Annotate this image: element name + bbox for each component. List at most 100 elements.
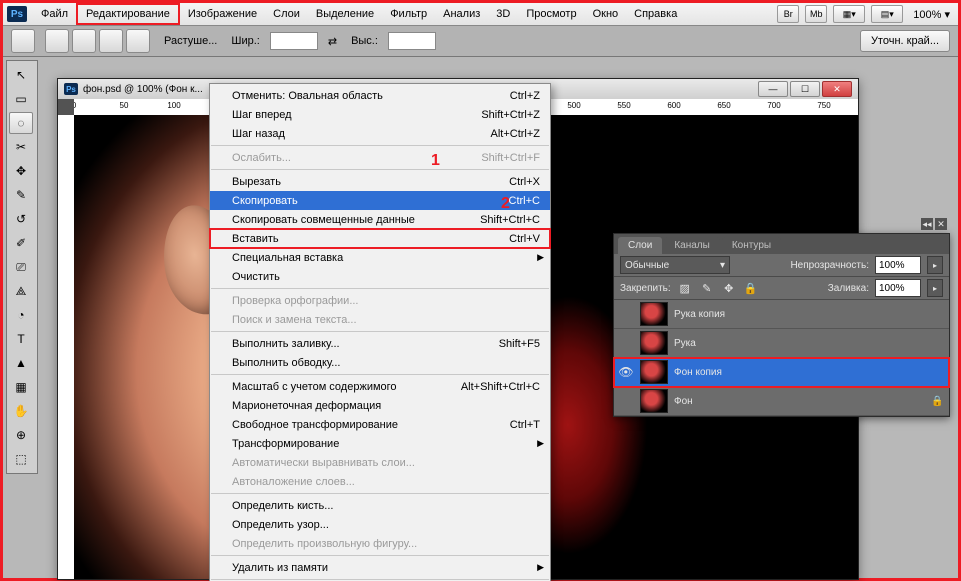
- ruler-tick: 700: [749, 101, 799, 110]
- menu-item[interactable]: Определить узор...: [210, 515, 550, 534]
- menu-item-label: Ослабить...: [232, 152, 291, 164]
- menu-файл[interactable]: Файл: [33, 5, 76, 23]
- refine-edge-button[interactable]: Уточн. край...: [860, 30, 950, 52]
- menu-3d[interactable]: 3D: [488, 5, 518, 23]
- visibility-toggle[interactable]: [618, 335, 634, 351]
- lock-pixels-icon[interactable]: ✎: [699, 280, 715, 296]
- minibridge-button[interactable]: Mb: [805, 5, 827, 23]
- layers-tab[interactable]: Каналы: [664, 237, 720, 254]
- blend-mode-select[interactable]: Обычные▾: [620, 256, 730, 274]
- tool-5[interactable]: ✎: [9, 184, 33, 206]
- menu-item[interactable]: Очистить: [210, 267, 550, 286]
- menu-item[interactable]: ВставитьCtrl+V: [210, 229, 550, 248]
- layers-tab[interactable]: Слои: [618, 237, 662, 254]
- menu-просмотр[interactable]: Просмотр: [518, 5, 584, 23]
- opacity-arrow[interactable]: ▸: [927, 256, 943, 274]
- tool-14[interactable]: ✋: [9, 400, 33, 422]
- menu-справка[interactable]: Справка: [626, 5, 685, 23]
- menu-фильтр[interactable]: Фильтр: [382, 5, 435, 23]
- tool-12[interactable]: ▲: [9, 352, 33, 374]
- menu-редактирование[interactable]: Редактирование: [76, 3, 180, 25]
- window-min-button[interactable]: —: [758, 81, 788, 97]
- tool-3[interactable]: ✂: [9, 136, 33, 158]
- fill-input[interactable]: 100%: [875, 279, 921, 297]
- menu-item[interactable]: ВырезатьCtrl+X: [210, 172, 550, 191]
- menu-shortcut: Ctrl+Z: [490, 90, 540, 102]
- sel-int[interactable]: [126, 29, 150, 53]
- fill-arrow[interactable]: ▸: [927, 279, 943, 297]
- menu-изображение[interactable]: Изображение: [180, 5, 265, 23]
- layer-row[interactable]: Рука: [614, 329, 949, 358]
- panel-collapse-icon[interactable]: ◂◂: [921, 218, 933, 230]
- tool-15[interactable]: ⊕: [9, 424, 33, 446]
- tool-0[interactable]: ↖: [9, 64, 33, 86]
- tool-4[interactable]: ✥: [9, 160, 33, 182]
- visibility-toggle[interactable]: 👁: [618, 364, 634, 380]
- menu-item[interactable]: Марионеточная деформация: [210, 396, 550, 415]
- menu-окно[interactable]: Окно: [585, 5, 627, 23]
- panel-close-icon[interactable]: ✕: [935, 218, 947, 230]
- menu-анализ[interactable]: Анализ: [435, 5, 488, 23]
- layer-row[interactable]: Фон🔒: [614, 387, 949, 416]
- sel-add[interactable]: [72, 29, 96, 53]
- lock-position-icon[interactable]: ✥: [721, 280, 737, 296]
- menu-item[interactable]: Свободное трансформированиеCtrl+T: [210, 415, 550, 434]
- menu-item[interactable]: Выполнить обводку...: [210, 353, 550, 372]
- menu-item[interactable]: СкопироватьCtrl+C: [210, 191, 550, 210]
- menu-item[interactable]: Специальная вставка▶: [210, 248, 550, 267]
- options-bar: Растуше... Шир.: ⇄ Выс.: Уточн. край...: [3, 26, 958, 57]
- window-close-button[interactable]: ✕: [822, 81, 852, 97]
- opacity-input[interactable]: 100%: [875, 256, 921, 274]
- tool-2[interactable]: ◌: [9, 112, 33, 134]
- tool-7[interactable]: ✐: [9, 232, 33, 254]
- visibility-toggle[interactable]: [618, 393, 634, 409]
- menu-item[interactable]: Определить кисть...: [210, 496, 550, 515]
- menu-выделение[interactable]: Выделение: [308, 5, 382, 23]
- zoom-level[interactable]: 100% ▾: [913, 8, 950, 21]
- tool-8[interactable]: ⎚: [9, 256, 33, 278]
- screen-mode-button[interactable]: ▦▾: [833, 5, 865, 23]
- tool-1[interactable]: ▭: [9, 88, 33, 110]
- tool-6[interactable]: ↺: [9, 208, 33, 230]
- tool-10[interactable]: ◔: [9, 304, 33, 326]
- layer-thumbnail[interactable]: [640, 331, 668, 355]
- ruler-tick: 500: [549, 101, 599, 110]
- menu-shortcut: Ctrl+C: [489, 195, 540, 207]
- layer-thumbnail[interactable]: [640, 360, 668, 384]
- swap-icon[interactable]: ⇄: [328, 35, 337, 48]
- menu-item[interactable]: Отменить: Овальная областьCtrl+Z: [210, 86, 550, 105]
- visibility-toggle[interactable]: [618, 306, 634, 322]
- tool-9[interactable]: ⟁: [9, 280, 33, 302]
- menu-item-label: Выполнить обводку...: [232, 357, 340, 369]
- bridge-button[interactable]: Br: [777, 5, 799, 23]
- fill-label: Заливка:: [828, 283, 869, 294]
- layer-row[interactable]: 👁Фон копия: [614, 358, 949, 387]
- menu-item[interactable]: Трансформирование▶: [210, 434, 550, 453]
- width-input[interactable]: [270, 32, 318, 50]
- menu-item[interactable]: Скопировать совмещенные данныеShift+Ctrl…: [210, 210, 550, 229]
- menu-item: Проверка орфографии...: [210, 291, 550, 310]
- menu-item: Ослабить...Shift+Ctrl+F: [210, 148, 550, 167]
- menu-слои[interactable]: Слои: [265, 5, 308, 23]
- tool-16[interactable]: ⬚: [9, 448, 33, 470]
- menu-item[interactable]: Шаг назадAlt+Ctrl+Z: [210, 124, 550, 143]
- tool-preset[interactable]: [11, 29, 35, 53]
- layer-thumbnail[interactable]: [640, 389, 668, 413]
- sel-new[interactable]: [45, 29, 69, 53]
- menu-item[interactable]: Удалить из памяти▶: [210, 558, 550, 577]
- window-max-button[interactable]: ☐: [790, 81, 820, 97]
- sel-sub[interactable]: [99, 29, 123, 53]
- menu-item[interactable]: Выполнить заливку...Shift+F5: [210, 334, 550, 353]
- menu-item[interactable]: Шаг впередShift+Ctrl+Z: [210, 105, 550, 124]
- arrange-button[interactable]: ▤▾: [871, 5, 903, 23]
- height-input[interactable]: [388, 32, 436, 50]
- menu-item-label: Автоналожение слоев...: [232, 476, 355, 488]
- lock-transparent-icon[interactable]: ▨: [677, 280, 693, 296]
- layers-tab[interactable]: Контуры: [722, 237, 781, 254]
- tool-13[interactable]: ▦: [9, 376, 33, 398]
- lock-all-icon[interactable]: 🔒: [743, 280, 759, 296]
- layer-thumbnail[interactable]: [640, 302, 668, 326]
- tool-11[interactable]: T: [9, 328, 33, 350]
- layer-row[interactable]: Рука копия: [614, 300, 949, 329]
- menu-item[interactable]: Масштаб с учетом содержимогоAlt+Shift+Ct…: [210, 377, 550, 396]
